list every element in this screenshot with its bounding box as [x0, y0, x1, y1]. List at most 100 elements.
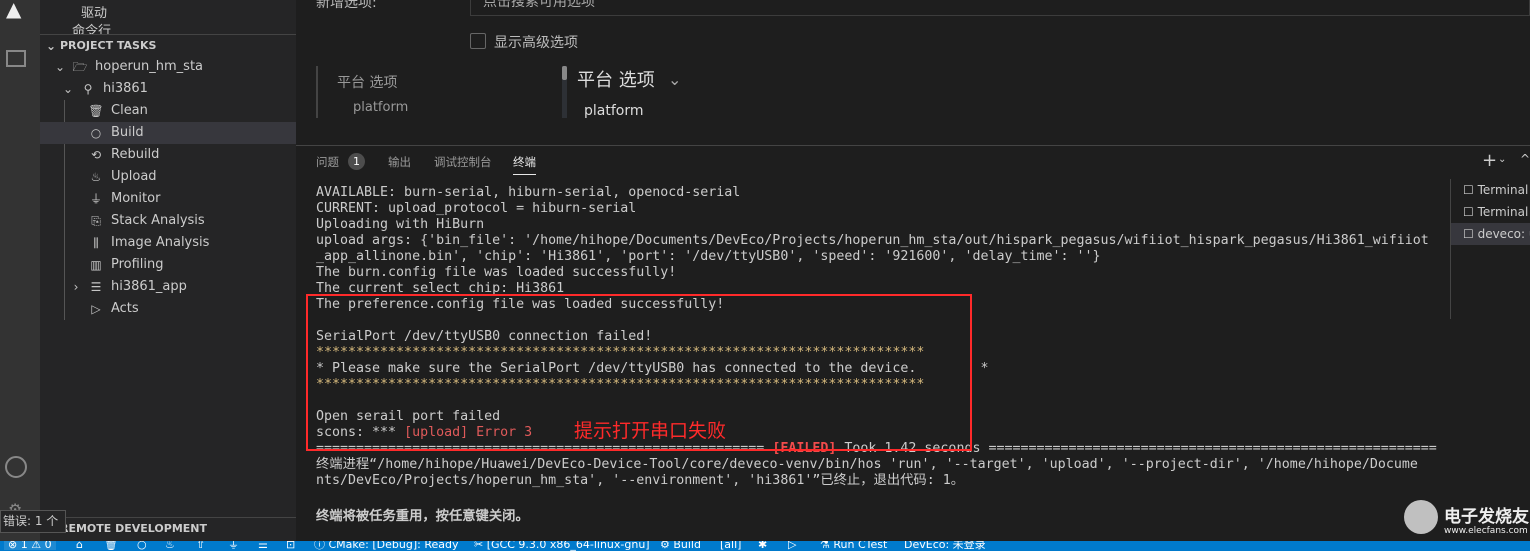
task-monitor[interactable]: ⏚ Monitor: [40, 188, 296, 210]
location-pin-icon: ⚲: [83, 82, 93, 96]
annotation-text: 提示打开串口失败: [574, 420, 727, 442]
remote-development-header[interactable]: REMOTE DEVELOPMENT: [40, 517, 296, 539]
problems-status[interactable]: ⊗ 1 ⚠ 0: [4, 541, 56, 550]
terminal-line: 终端进程“/home/hihope/Huawei/DevEco-Device-T…: [316, 457, 1418, 472]
terminal-line: _app_allinone.bin', 'chip': 'Hi3861', 'p…: [316, 249, 1101, 264]
option-search-input[interactable]: 点击搜索可用选项: [470, 0, 1530, 16]
task-upload[interactable]: ♨ Upload: [40, 166, 296, 188]
watermark-url: www.elecfans.com: [1444, 526, 1528, 536]
debug-icon[interactable]: ✱: [758, 541, 767, 550]
error-tooltip: 错误: 1 个: [0, 510, 66, 533]
platform-option-sub: platform: [353, 100, 409, 115]
plug-icon: ⏚: [89, 192, 102, 206]
terminal-line: 终端将被任务重用，按任意键关闭。: [316, 509, 529, 524]
terminal-name: Terminal: [1477, 205, 1529, 219]
task-stack-analysis[interactable]: ⎘ Stack Analysis: [40, 210, 296, 232]
chevron-down-icon: ⌄: [62, 82, 74, 96]
error-count: 1: [20, 541, 28, 551]
tab-output[interactable]: 输出: [388, 154, 411, 170]
kit-text: [GCC 9.3.0 x86_64-linux-gnu]: [486, 541, 650, 551]
build-button[interactable]: ⚙ Build: [660, 541, 701, 550]
search-placeholder: 点击搜索可用选项: [483, 0, 595, 10]
terminal-line: Uploading with HiBurn: [316, 217, 485, 232]
terminal-list-item[interactable]: ☐ Terminal: [1451, 201, 1530, 223]
terminal-line: AVAILABLE: burn-serial, hiburn-serial, o…: [316, 185, 741, 200]
flame-icon: ♨: [90, 170, 102, 184]
circle-icon: ○: [90, 126, 102, 140]
terminal-line: nts/DevEco/Projects/hoperun_hm_sta', '--…: [316, 473, 965, 488]
project-tasks-header[interactable]: ⌄ PROJECT TASKS: [40, 34, 296, 56]
tree-item-cmdline[interactable]: 命令行: [72, 25, 111, 34]
list-icon[interactable]: ☰: [258, 541, 268, 550]
task-profiling[interactable]: ▥ Profiling: [40, 254, 296, 276]
deveco-login-status[interactable]: DevEco: 未登录: [904, 541, 986, 550]
terminal-icon[interactable]: ⊡: [286, 541, 295, 550]
task-clean[interactable]: 🗑 Clean: [40, 100, 296, 122]
circle-icon[interactable]: ○: [137, 541, 147, 550]
chevron-down-icon[interactable]: ⌄: [1498, 154, 1506, 165]
task-hi3861-app[interactable]: › ☰ hi3861_app: [40, 276, 296, 298]
folder-icon: 🗁: [72, 60, 88, 74]
cmake-text: CMake: [Debug]: Ready: [328, 541, 459, 551]
status-bar: ⊗ 1 ⚠ 0 ⌂ 🗑 ○ ♨ ⇧ ⏚ ☰ ⊡ ⓘ CMake: [Debug]…: [0, 541, 1530, 551]
account-icon[interactable]: [5, 456, 27, 478]
watermark-logo: 电子发烧友 www.elecfans.com: [1404, 496, 1529, 540]
chevron-down-icon[interactable]: ⌄: [668, 70, 681, 89]
tree-item-project[interactable]: ⌄ 🗁 hoperun_hm_sta: [40, 56, 296, 78]
activity-bar: ▲ ⚙: [0, 0, 40, 541]
terminal-name: Terminal: [1477, 183, 1529, 197]
deveco-logo-icon[interactable]: ▲: [6, 0, 30, 20]
trash-icon[interactable]: 🗑: [104, 541, 118, 550]
flame-icon[interactable]: ♨: [165, 541, 175, 550]
bar-chart-icon: ▥: [90, 258, 102, 272]
run-icon[interactable]: ▷: [788, 541, 796, 550]
editor-area: 新增选项: 点击搜索可用选项 显示高级选项 平台 选项 platform 平台 …: [296, 0, 1530, 145]
home-icon[interactable]: ⌂: [76, 541, 83, 550]
kit-status[interactable]: ✂ [GCC 9.3.0 x86_64-linux-gnu]: [474, 541, 650, 550]
task-acts[interactable]: ▷ Acts: [40, 298, 296, 320]
terminal-name: deveco: u: [1477, 227, 1530, 241]
upload-icon[interactable]: ⇧: [196, 541, 205, 550]
add-option-label: 新增选项:: [316, 0, 377, 11]
advanced-options-checkbox[interactable]: [470, 33, 486, 49]
platform-section-title: 平台 选项: [577, 70, 655, 91]
terminal-list-item[interactable]: ☐ Terminal: [1451, 179, 1530, 201]
task-rebuild[interactable]: ⟲ Rebuild: [40, 144, 296, 166]
tab-debug-console[interactable]: 调试控制台: [434, 154, 492, 170]
stack-analysis-icon: ⎘: [91, 214, 101, 228]
bottom-panel: 问题 1 输出 调试控制台 终端 + ⌄ ^ AVAILABLE: burn-s…: [296, 145, 1530, 541]
platform-option-title: 平台 选项: [337, 75, 398, 91]
chevron-down-icon: ⌄: [45, 39, 57, 53]
image-analysis-icon: ⫼: [93, 236, 99, 250]
chevron-right-icon: ›: [73, 280, 79, 294]
platform-section-sub: platform: [584, 103, 644, 119]
cmake-status[interactable]: ⓘ CMake: [Debug]: Ready: [314, 541, 458, 550]
new-terminal-icon[interactable]: +: [1482, 150, 1497, 171]
deveco-home-icon[interactable]: [6, 50, 26, 67]
trash-icon: 🗑: [88, 104, 104, 118]
rebuild-icon: ⟲: [90, 148, 102, 162]
target-selector[interactable]: [all]: [720, 541, 741, 550]
ctest-text: Run CTest: [833, 541, 888, 551]
task-build[interactable]: ○ Build: [40, 122, 296, 144]
build-text: Build: [673, 541, 701, 551]
terminal-line: upload args: {'bin_file': '/home/hihope/…: [316, 233, 1429, 248]
maximize-panel-icon[interactable]: ^: [1520, 152, 1530, 166]
run-ctest-button[interactable]: ⚗ Run CTest: [820, 541, 887, 550]
task-image-analysis[interactable]: ⫼ Image Analysis: [40, 232, 296, 254]
chevron-down-icon: ⌄: [54, 60, 66, 74]
problems-count-badge: 1: [348, 153, 365, 170]
scroll-indicator[interactable]: [562, 66, 567, 118]
play-icon: ▷: [91, 302, 101, 316]
terminal-list-item[interactable]: ☐ deveco: u: [1451, 223, 1530, 245]
server-icon: ☰: [90, 280, 102, 294]
terminal-line: CURRENT: upload_protocol = hiburn-serial: [316, 201, 637, 216]
warning-count: 0: [44, 541, 52, 551]
tree-item-device[interactable]: ⌄ ⚲ hi3861: [40, 78, 296, 100]
plug-icon[interactable]: ⏚: [228, 541, 239, 550]
tab-problems[interactable]: 问题: [316, 154, 339, 170]
advanced-options-label: 显示高级选项: [494, 35, 578, 51]
tab-terminal[interactable]: 终端: [513, 154, 536, 175]
divider: [316, 66, 318, 118]
